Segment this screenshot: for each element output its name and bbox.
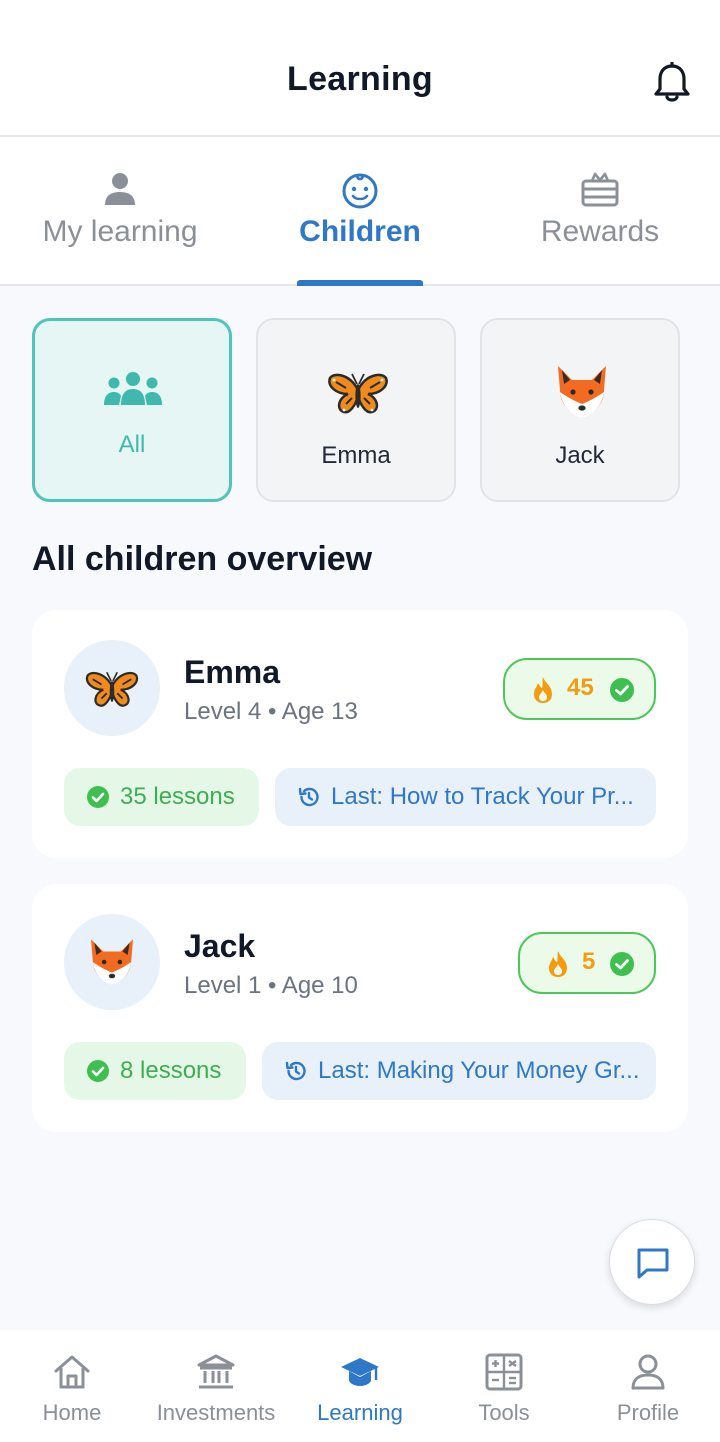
nav-learning[interactable]: Learning — [288, 1330, 432, 1442]
lessons-completed-pill: 8 lessons — [64, 1042, 246, 1100]
child-filter-emma[interactable]: Emma — [256, 318, 456, 502]
tab-children[interactable]: Children — [240, 137, 480, 284]
nav-investments[interactable]: Investments — [144, 1330, 288, 1442]
last-lesson-pill[interactable]: Last: Making Your Money Gr... — [262, 1042, 656, 1100]
gift-icon — [581, 172, 619, 207]
person-icon — [105, 173, 135, 205]
butterfly-icon — [85, 671, 139, 707]
last-lesson-text: Last: How to Track Your Pr... — [331, 783, 634, 810]
group-icon — [104, 372, 162, 405]
lessons-count: 35 lessons — [120, 783, 235, 810]
check-circle-icon — [610, 952, 634, 976]
child-face-icon — [342, 173, 378, 209]
tab-rewards[interactable]: Rewards — [480, 137, 720, 284]
child-filter-label: All — [118, 431, 146, 458]
active-tab-indicator — [297, 280, 423, 286]
bottom-navigation: Home Investments Learning Tools Profile — [0, 1330, 720, 1442]
fox-icon — [558, 366, 606, 418]
nav-label: Investments — [156, 1400, 276, 1425]
lessons-completed-pill: 35 lessons — [64, 768, 259, 826]
child-overview-card-emma[interactable]: Emma Level 4 • Age 13 45 35 lessons Last… — [32, 610, 688, 858]
bell-icon[interactable] — [652, 62, 692, 104]
nav-label: Home — [42, 1400, 102, 1425]
bank-icon — [197, 1354, 235, 1389]
avatar — [64, 914, 160, 1010]
check-circle-icon — [87, 1060, 109, 1082]
child-level-age: Level 1 • Age 10 — [184, 972, 358, 999]
profile-icon — [631, 1354, 665, 1390]
lessons-count: 8 lessons — [120, 1057, 222, 1084]
child-level-age: Level 4 • Age 13 — [184, 698, 358, 725]
tab-label: Rewards — [540, 215, 660, 248]
page-title: Learning — [287, 60, 433, 98]
chat-button[interactable] — [609, 1219, 695, 1305]
nav-profile[interactable]: Profile — [576, 1330, 720, 1442]
last-lesson-pill[interactable]: Last: How to Track Your Pr... — [275, 768, 656, 826]
tab-label: My learning — [42, 215, 198, 248]
flame-icon — [549, 951, 567, 977]
avatar — [64, 640, 160, 736]
section-title: All children overview — [32, 540, 373, 578]
child-filter-jack[interactable]: Jack — [480, 318, 680, 502]
nav-label: Tools — [478, 1400, 530, 1425]
streak-badge: 45 — [503, 658, 656, 720]
nav-label: Profile — [616, 1400, 680, 1425]
check-circle-icon — [87, 786, 109, 808]
nav-home[interactable]: Home — [0, 1330, 144, 1442]
check-circle-icon — [610, 678, 634, 702]
butterfly-icon — [328, 373, 388, 414]
child-name: Emma — [184, 654, 281, 690]
tab-label: Children — [299, 215, 421, 248]
child-overview-card-jack[interactable]: Jack Level 1 • Age 10 5 8 lessons Last: … — [32, 884, 688, 1132]
streak-count: 5 — [582, 948, 596, 975]
calculator-icon — [485, 1353, 523, 1391]
flame-icon — [534, 677, 552, 703]
history-icon — [285, 1061, 306, 1081]
child-filter-label: Jack — [555, 442, 605, 469]
child-name: Jack — [184, 928, 256, 964]
streak-count: 45 — [567, 674, 594, 701]
learning-tabs: My learning Children Rewards — [0, 137, 720, 286]
app-header: Learning — [0, 0, 720, 137]
streak-badge: 5 — [518, 932, 656, 994]
chat-icon — [637, 1248, 669, 1279]
tab-my-learning[interactable]: My learning — [0, 137, 240, 284]
history-icon — [298, 787, 319, 807]
child-filter-all[interactable]: All — [32, 318, 232, 502]
home-icon — [54, 1355, 90, 1389]
nav-label: Learning — [317, 1400, 403, 1425]
fox-icon — [91, 939, 133, 985]
last-lesson-text: Last: Making Your Money Gr... — [318, 1057, 640, 1084]
nav-tools[interactable]: Tools — [432, 1330, 576, 1442]
graduation-cap-icon — [341, 1358, 379, 1386]
child-filter-label: Emma — [321, 442, 391, 469]
